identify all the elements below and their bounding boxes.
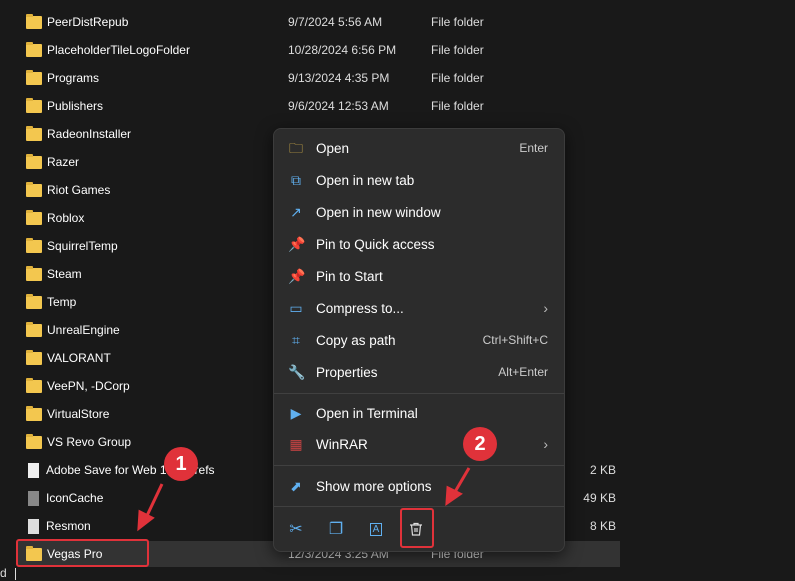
arrow-annotations xyxy=(137,467,471,532)
status-divider xyxy=(14,567,16,580)
arrow-1-head xyxy=(137,509,155,532)
status-text: d xyxy=(0,566,7,580)
arrow-2-head xyxy=(445,485,463,507)
status-bar: d xyxy=(0,566,16,580)
